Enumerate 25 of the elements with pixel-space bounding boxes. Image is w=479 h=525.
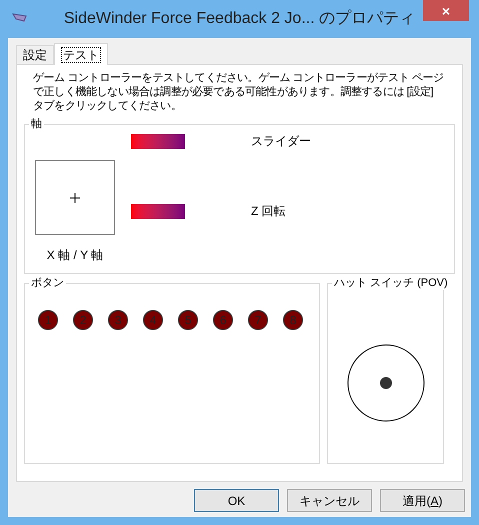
close-button[interactable]: × bbox=[423, 0, 469, 21]
button-indicator: 8 bbox=[283, 310, 303, 330]
tab[interactable]: テスト bbox=[54, 43, 108, 65]
button-indicator: 4 bbox=[143, 310, 163, 330]
button-indicator: 1 bbox=[38, 310, 58, 330]
dialog-button[interactable]: 適用(A) bbox=[380, 489, 465, 512]
button-indicator: 7 bbox=[248, 310, 268, 330]
group-title: 軸 bbox=[29, 117, 44, 131]
axis-label: Z 回転 bbox=[251, 203, 286, 220]
button-indicator: 2 bbox=[73, 310, 93, 330]
instructions-text: ゲーム コントローラーをテストしてください。ゲーム コントローラーがテスト ページで正しく機能しない場合は調整が必要である可能性があります。調整するには [設定] タブをクリックしてください。 bbox=[32, 71, 445, 113]
axis-bar bbox=[131, 204, 185, 218]
axis-bar bbox=[131, 134, 185, 148]
axis-label: スライダー bbox=[251, 133, 311, 150]
dialog-button[interactable]: キャンセル bbox=[287, 489, 372, 512]
group-title: ボタン bbox=[29, 276, 66, 290]
axis-label: X 軸 / Y 軸 bbox=[46, 247, 104, 264]
dialog-button[interactable]: OK bbox=[194, 489, 279, 512]
crosshair-icon bbox=[70, 192, 80, 202]
button-indicator: 5 bbox=[178, 310, 198, 330]
tab[interactable]: 設定 bbox=[16, 45, 54, 64]
group-title: ハット スイッチ (POV) bbox=[332, 276, 450, 290]
button-indicator: 6 bbox=[213, 310, 233, 330]
window-title: SideWinder Force Feedback 2 Jo... のプロパティ bbox=[64, 8, 416, 29]
button-indicator: 3 bbox=[108, 310, 128, 330]
